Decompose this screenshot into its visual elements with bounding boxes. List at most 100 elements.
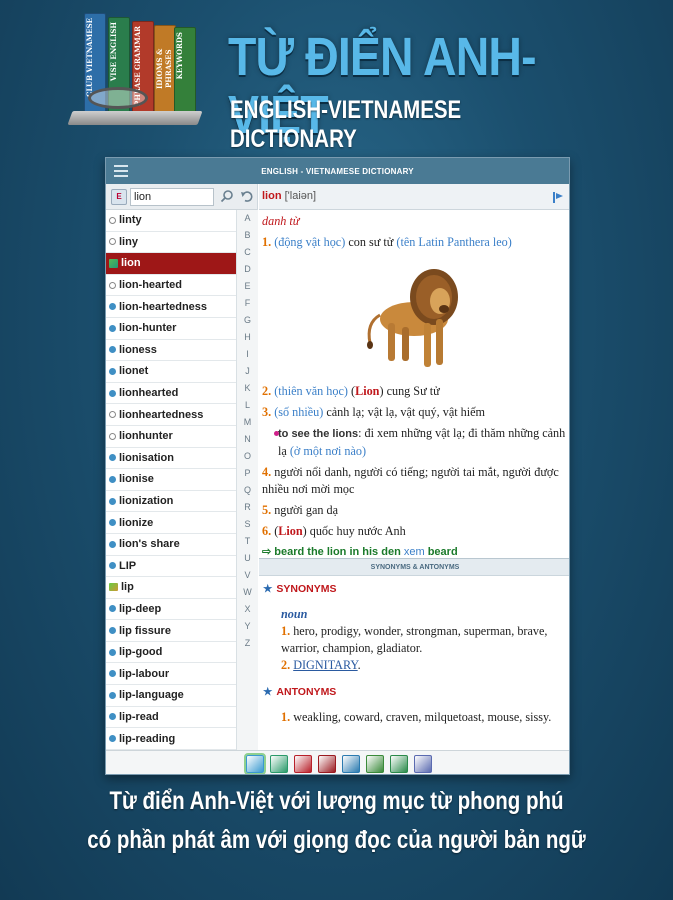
word-label: lip-good [119, 646, 163, 659]
word-label: liny [119, 235, 138, 248]
alphabet-letter[interactable]: L [237, 397, 258, 414]
word-label: lip-read [119, 710, 159, 723]
alphabet-letter[interactable]: F [237, 295, 258, 312]
alphabet-letter[interactable]: N [237, 431, 258, 448]
search-icon[interactable] [220, 189, 234, 203]
word-list-item[interactable]: lion-heartedness [106, 296, 236, 318]
caption-line-2: có phần phát âm với giọng đọc của người … [87, 826, 586, 854]
alphabet-letter[interactable]: O [237, 448, 258, 465]
antonyms-list: 1. weakling, coward, craven, milquetoast… [281, 710, 552, 724]
word-list-item[interactable]: LIP [106, 556, 236, 578]
word-list-item[interactable]: lionise [106, 469, 236, 491]
star-icon: ★ [263, 686, 273, 698]
word-list-item[interactable]: liny [106, 232, 236, 254]
alphabet-letter[interactable]: Y [237, 618, 258, 635]
word-label: LIP [119, 559, 137, 572]
word-list-item[interactable]: lip fissure [106, 620, 236, 642]
alphabet-letter[interactable]: D [237, 261, 258, 278]
alphabet-letter[interactable]: H [237, 329, 258, 346]
menu-icon[interactable] [114, 165, 128, 177]
translate-icon[interactable] [365, 754, 384, 773]
sense-6: 6. (Lion) quốc huy nước Anh [262, 524, 406, 538]
word-list-item[interactable]: lip-language [106, 685, 236, 707]
entry-dot-icon [109, 540, 116, 548]
idiom-ref-link[interactable]: beard [428, 546, 458, 558]
word-list-item[interactable]: lionet [106, 361, 236, 383]
word-list-item[interactable]: lionization [106, 491, 236, 513]
alphabet-letter[interactable]: U [237, 550, 258, 567]
alphabet-index: ABCDEFGHIJKLMNOPQRSTUVWXYZ [236, 210, 258, 750]
book-5: KEYWORDS [174, 27, 196, 113]
entry-content: danh từ 1. (động vật học) con sư tử (tên… [259, 210, 569, 558]
word-label: lion-hunter [119, 322, 177, 335]
idiom: ⇨ beard the lion in his den xem beard [262, 546, 458, 558]
word-list-item[interactable]: lionize [106, 512, 236, 534]
settings-icon[interactable] [413, 754, 432, 773]
entry-dot-icon [109, 605, 116, 613]
sense-4: 4. người nổi danh, người có tiếng; người… [262, 465, 559, 496]
word-list-item[interactable]: lion [106, 253, 236, 275]
alphabet-letter[interactable]: Q [237, 482, 258, 499]
word-list-item[interactable]: lionhunter [106, 426, 236, 448]
caption-line-1: Từ điển Anh-Việt với lượng mục từ phong … [109, 787, 564, 815]
antonyms-heading: ★ ANTONYMS [263, 686, 337, 698]
alphabet-letter[interactable]: J [237, 363, 258, 380]
word-list-item[interactable]: lip [106, 577, 236, 599]
synonyms-pos: noun [281, 607, 308, 621]
ve-dictionary-icon[interactable] [269, 754, 288, 773]
alphabet-letter[interactable]: V [237, 567, 258, 584]
thesaurus-icon[interactable] [317, 754, 336, 773]
alphabet-letter[interactable]: B [237, 227, 258, 244]
alphabet-letter[interactable]: K [237, 380, 258, 397]
dignitary-link[interactable]: DIGNITARY [293, 658, 357, 672]
alphabet-letter[interactable]: E [237, 278, 258, 295]
alphabet-letter[interactable]: W [237, 584, 258, 601]
alphabet-letter[interactable]: G [237, 312, 258, 329]
word-list-item[interactable]: lip-read [106, 707, 236, 729]
speaker-icon[interactable] [551, 190, 565, 204]
ev-dictionary-icon[interactable]: E [111, 189, 127, 205]
search-input[interactable] [130, 188, 214, 206]
alphabet-letter[interactable]: Z [237, 635, 258, 652]
alphabet-letter[interactable]: S [237, 516, 258, 533]
word-label: lionise [119, 473, 154, 486]
app-bar: ENGLISH - VIETNAMESE DICTIONARY [106, 158, 569, 184]
alphabet-letter[interactable]: I [237, 346, 258, 363]
alphabet-letter[interactable]: T [237, 533, 258, 550]
bottom-toolbar [106, 750, 569, 774]
alphabet-letter[interactable]: P [237, 465, 258, 482]
word-list-item[interactable]: lion's share [106, 534, 236, 556]
word-list-item[interactable]: lionisation [106, 448, 236, 470]
entry-dot-icon [109, 367, 116, 375]
word-list-item[interactable]: lip-good [106, 642, 236, 664]
word-label: lip-labour [119, 667, 170, 680]
entry-dot-icon [109, 691, 116, 699]
synonyms-bar[interactable]: SYNONYMS & ANTONYMS [259, 558, 569, 576]
word-list-item[interactable]: lionheartedness [106, 404, 236, 426]
word-list-item[interactable]: linty [106, 210, 236, 232]
alphabet-letter[interactable]: M [237, 414, 258, 431]
word-label: lip fissure [119, 624, 171, 637]
alphabet-letter[interactable]: X [237, 601, 258, 618]
word-list-item[interactable]: lion-hunter [106, 318, 236, 340]
ee-dictionary-icon[interactable] [293, 754, 312, 773]
alphabet-letter[interactable]: C [237, 244, 258, 261]
ev-dictionary-icon[interactable] [243, 752, 266, 774]
word-list-item[interactable]: lip-deep [106, 599, 236, 621]
word-list-item[interactable]: lip-labour [106, 663, 236, 686]
word-list-item[interactable]: lionhearted [106, 383, 236, 405]
alphabet-letter[interactable]: R [237, 499, 258, 516]
search-bar: E [106, 184, 257, 210]
grammar-icon[interactable] [389, 754, 408, 773]
app-title: ENGLISH - VIETNAMESE DICTIONARY [261, 166, 414, 176]
back-arrow-icon[interactable] [240, 189, 254, 203]
alphabet-letter[interactable]: A [237, 210, 258, 227]
word-list-item[interactable]: lioness [106, 340, 236, 362]
word-list-item[interactable]: lion-hearted [106, 275, 236, 297]
word-list-item[interactable]: lip-reading [106, 728, 236, 750]
entry-dot-icon [109, 281, 116, 289]
synonyms-list: 1. hero, prodigy, wonder, strongman, sup… [281, 624, 548, 672]
entry-dot-icon [109, 627, 116, 635]
search-tool-icon[interactable] [341, 754, 360, 773]
word-label: lionhunter [119, 430, 173, 443]
